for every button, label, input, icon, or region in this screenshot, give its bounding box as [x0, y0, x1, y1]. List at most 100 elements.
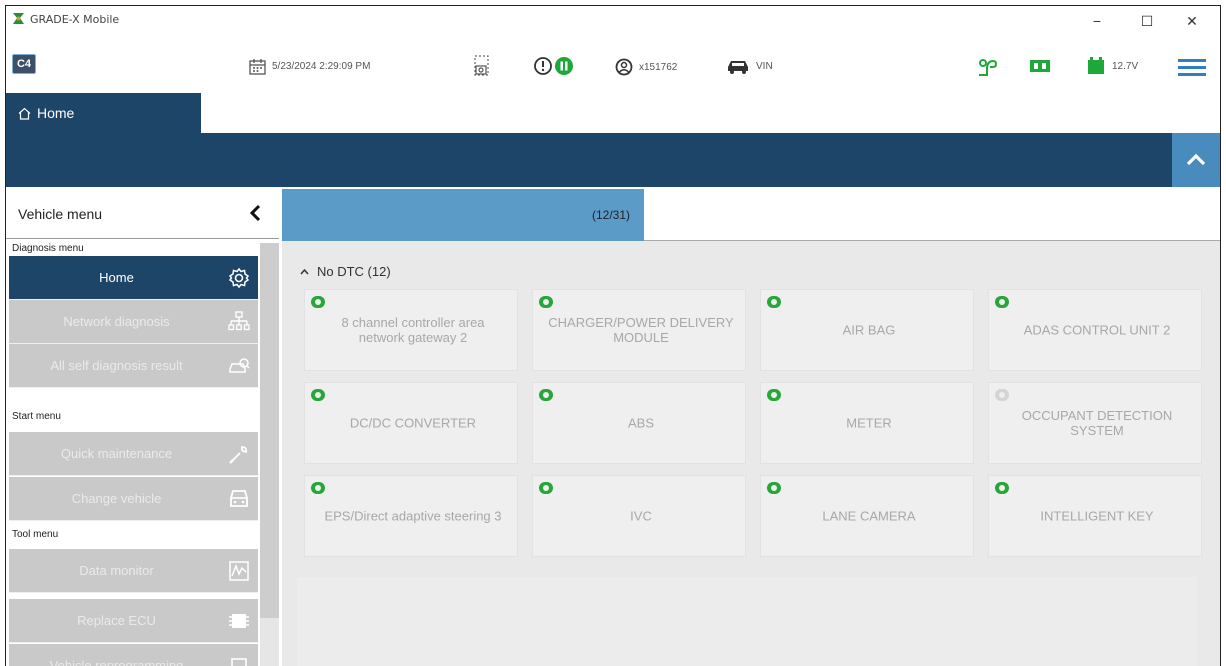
ecu-icon: [229, 614, 249, 628]
c4-logo: C4: [12, 54, 36, 74]
status-ok-icon: [767, 296, 781, 308]
hamburger-menu-icon[interactable]: [1178, 58, 1206, 76]
interface-status-icon[interactable]: [1029, 58, 1051, 74]
title-bar: GRADE-X Mobile − ☐ ✕: [6, 6, 1220, 36]
status-ok-icon: [311, 389, 325, 401]
module-card[interactable]: CHARGER/POWER DELIVERY MODULE: [532, 289, 746, 371]
sidebar-item-label: Home: [99, 270, 134, 285]
sidebar-item-home[interactable]: Home: [9, 256, 258, 300]
module-card[interactable]: ABS: [532, 382, 746, 464]
battery-voltage: 12.7V: [1112, 60, 1139, 72]
module-card[interactable]: OCCUPANT DETECTION SYSTEM: [988, 382, 1202, 464]
calendar-icon: [249, 59, 266, 75]
module-name: DC/DC CONVERTER: [349, 415, 477, 431]
lower-panel: [297, 577, 1197, 666]
module-name: 8 channel controller area network gatewa…: [341, 315, 485, 345]
gear-icon: [228, 267, 250, 289]
status-ok-icon: [311, 482, 325, 494]
module-card[interactable]: INTELLIGENT KEY: [988, 475, 1202, 557]
network-icon: [228, 311, 250, 331]
module-name: OCCUPANT DETECTION SYSTEM: [1021, 408, 1173, 438]
sidebar-item-label: All self diagnosis result: [50, 358, 183, 373]
module-card[interactable]: AIR BAG: [760, 289, 974, 371]
tab-home[interactable]: Home: [6, 93, 201, 133]
app-window: GRADE-X Mobile − ☐ ✕ C4 5/23/2024 2:29:0…: [5, 5, 1221, 666]
status-ok-icon: [539, 389, 553, 401]
wrench-icon: [229, 446, 248, 464]
minimize-button[interactable]: −: [1084, 10, 1110, 32]
sidebar-item-all-self-diagnosis-result[interactable]: All self diagnosis result: [9, 344, 258, 388]
close-button[interactable]: ✕: [1179, 10, 1205, 32]
car-search-icon: [229, 358, 250, 373]
tab-count[interactable]: (12/31): [282, 189, 644, 241]
status-ok-icon: [995, 482, 1009, 494]
sidebar-item-network-diagnosis[interactable]: Network diagnosis: [9, 300, 258, 344]
battery-icon: [1088, 57, 1104, 74]
sidebar-item-label: Quick maintenance: [60, 446, 173, 461]
sidebar-item-replace-ecu[interactable]: Replace ECU: [9, 599, 258, 643]
tab-row: Home: [6, 93, 1220, 133]
user-icon: [615, 58, 633, 76]
user-id: x151762: [639, 61, 678, 73]
alert-icon[interactable]: [533, 56, 553, 76]
datetime-text: 5/23/2024 2:29:09 PM: [272, 61, 371, 72]
pause-icon[interactable]: [554, 56, 574, 76]
user-display: x151762: [615, 58, 677, 76]
datetime-display: 5/23/2024 2:29:09 PM: [249, 58, 370, 75]
car-icon: [728, 61, 748, 74]
section-diagnosis-menu: Diagnosis menu: [12, 243, 84, 254]
reprogram-icon: [231, 658, 247, 666]
sidebar-item-label: Data monitor: [79, 563, 154, 578]
vehicle-menu-header: Vehicle menu: [6, 189, 279, 239]
vin-label: VIN: [756, 60, 773, 72]
sidebar-item-label: Network diagnosis: [63, 314, 170, 329]
section-start-menu: Start menu: [12, 411, 61, 422]
group-header-no-dtc[interactable]: No DTC (12): [300, 264, 391, 279]
sidebar-item-quick-maintenance[interactable]: Quick maintenance: [9, 432, 258, 476]
module-card[interactable]: ADAS CONTROL UNIT 2: [988, 289, 1202, 371]
sidebar-scrollbar-thumb[interactable]: [260, 243, 279, 618]
module-name: CHARGER/POWER DELIVERY MODULE: [548, 315, 734, 345]
app-logo-icon: [13, 13, 24, 24]
module-card[interactable]: DC/DC CONVERTER: [304, 382, 518, 464]
chevron-up-icon: [300, 268, 309, 275]
module-card[interactable]: IVC: [532, 475, 746, 557]
module-name: ABS: [627, 415, 654, 431]
status-unknown-icon: [995, 389, 1009, 401]
module-name: ADAS CONTROL UNIT 2: [1023, 322, 1171, 338]
chevron-left-icon[interactable]: [249, 204, 261, 222]
module-card[interactable]: METER: [760, 382, 974, 464]
sidebar-item-label: Replace ECU: [77, 613, 156, 628]
vehicle-menu-title: Vehicle menu: [18, 205, 103, 222]
sidebar-item-vehicle-reprogramming[interactable]: Vehicle reprogramming: [9, 644, 258, 666]
module-card[interactable]: 8 channel controller area network gatewa…: [304, 289, 518, 371]
sidebar-item-data-monitor[interactable]: Data monitor: [9, 549, 258, 593]
home-icon: [18, 107, 31, 120]
header-band: [6, 133, 1220, 187]
graph-icon: [229, 561, 249, 581]
main-content: (12/31) No DTC (12) 8 channel controller…: [282, 189, 1220, 666]
module-name: AIR BAG: [842, 322, 896, 338]
sidebar-item-label: Vehicle reprogramming: [49, 658, 184, 666]
status-ok-icon: [767, 482, 781, 494]
maximize-button[interactable]: ☐: [1134, 10, 1160, 32]
group-label: No DTC (12): [317, 264, 391, 279]
module-card[interactable]: EPS/Direct adaptive steering 3: [304, 475, 518, 557]
battery-display: 12.7V: [1086, 56, 1138, 76]
count-label: (12/31): [591, 208, 630, 222]
module-card[interactable]: LANE CAMERA: [760, 475, 974, 557]
vin-display: VIN: [726, 58, 773, 74]
collapse-button[interactable]: [1172, 133, 1220, 187]
sidebar: Vehicle menu Diagnosis menu Home Network…: [6, 189, 279, 666]
chevron-up-icon: [1186, 153, 1206, 166]
connection-status-icon[interactable]: [976, 56, 998, 78]
status-ok-icon: [311, 296, 325, 308]
sidebar-item-label: Change vehicle: [71, 491, 162, 506]
screenshot-icon[interactable]: [472, 55, 490, 77]
status-ok-icon: [995, 296, 1009, 308]
status-ok-icon: [539, 296, 553, 308]
toolbar: C4 5/23/2024 2:29:09 PM x151762 VIN 12.7…: [6, 46, 1220, 86]
sidebar-scrollbar[interactable]: [260, 243, 279, 666]
status-ok-icon: [767, 389, 781, 401]
sidebar-item-change-vehicle[interactable]: Change vehicle: [9, 477, 258, 521]
